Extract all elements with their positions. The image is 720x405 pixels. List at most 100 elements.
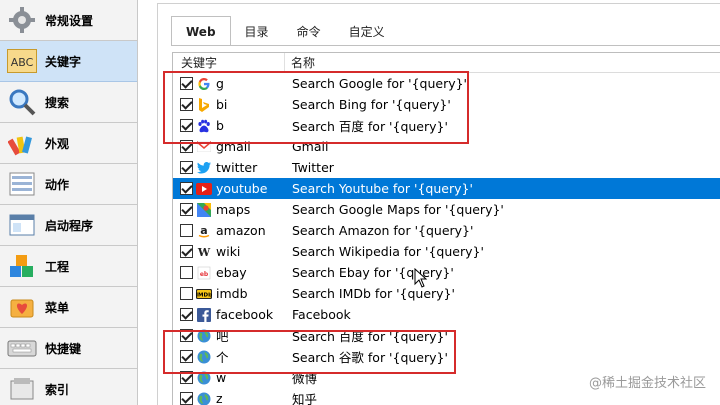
sidebar-item-label: 搜索 (45, 95, 70, 110)
list-item[interactable]: gmail Gmail (173, 136, 720, 157)
tab-bar: Web 目录 命令 自定义 (171, 15, 399, 46)
settings-icon (6, 4, 38, 36)
enabled-checkbox[interactable] (180, 77, 193, 90)
enabled-checkbox[interactable] (180, 98, 193, 111)
keyword-text: ebay (216, 265, 247, 280)
keyboard-icon (6, 332, 38, 364)
column-header-keyword[interactable]: 关键字 (173, 53, 285, 73)
keyword-text: twitter (216, 160, 258, 175)
enabled-checkbox[interactable] (180, 245, 193, 258)
wikipedia-icon: W (196, 244, 212, 260)
tab-custom[interactable]: 自定义 (335, 19, 399, 45)
sidebar-item-general-settings[interactable]: 常规设置 (0, 0, 137, 41)
keyword-text: amazon (216, 223, 266, 238)
enabled-checkbox[interactable] (180, 329, 193, 342)
tab-web[interactable]: Web (171, 16, 231, 46)
name-text: Search Bing for '{query}' (292, 97, 451, 112)
sidebar-item-label: 启动程序 (45, 218, 94, 233)
twitter-icon (196, 160, 212, 176)
tab-commands[interactable]: 命令 (283, 19, 335, 45)
enabled-checkbox[interactable] (180, 140, 193, 153)
index-icon (6, 373, 38, 405)
list-item[interactable]: twitter Twitter (173, 157, 720, 178)
sidebar-item-label: 常规设置 (45, 13, 94, 28)
maps-icon (196, 202, 212, 218)
enabled-checkbox[interactable] (180, 392, 193, 405)
list-item[interactable]: bi Search Bing for '{query}' (173, 94, 720, 115)
sidebar-item-actions[interactable]: 动作 (0, 164, 137, 205)
enabled-checkbox[interactable] (180, 371, 193, 384)
keyword-text: 吧 (216, 329, 229, 344)
globe-icon (196, 328, 212, 344)
enabled-checkbox[interactable] (180, 161, 193, 174)
globe-icon (196, 370, 212, 386)
enabled-checkbox[interactable] (180, 224, 193, 237)
name-text: Search Google Maps for '{query}' (292, 202, 504, 217)
sidebar-item-label: 动作 (45, 177, 70, 192)
list-item[interactable]: 个 Search 谷歌 for '{query}' (173, 346, 720, 367)
amazon-icon: a (196, 223, 212, 239)
sidebar-item-menu[interactable]: 菜单 (0, 287, 137, 328)
name-text: Gmail (292, 139, 329, 154)
blocks-icon (6, 250, 38, 282)
sidebar-item-appearance[interactable]: 外观 (0, 123, 137, 164)
enabled-checkbox[interactable] (180, 350, 193, 363)
sidebar: 常规设置 ABC 关键字 搜索 外观 动作 启动程序 工程 菜单 快捷键 索引 (0, 0, 138, 405)
name-text: Search IMDb for '{query}' (292, 286, 455, 301)
name-text: Search 百度 for '{query}' (292, 119, 448, 134)
bing-icon (196, 97, 212, 113)
svg-text:a: a (200, 224, 207, 237)
keyword-text: facebook (216, 307, 274, 322)
sidebar-item-label: 菜单 (45, 300, 70, 315)
list-item[interactable]: facebook Facebook (173, 304, 720, 325)
main-panel: Web 目录 命令 自定义 关键字 名称 g Search Google for… (139, 0, 720, 405)
sidebar-item-label: 快捷键 (45, 341, 82, 356)
list-item[interactable]: IMDb imdb Search IMDb for '{query}' (173, 283, 720, 304)
list-item[interactable]: a amazon Search Amazon for '{query}' (173, 220, 720, 241)
actions-icon (6, 168, 38, 200)
keyword-text: 个 (216, 350, 229, 365)
sidebar-item-keywords[interactable]: ABC 关键字 (0, 41, 137, 82)
keyword-text: b (216, 118, 224, 133)
enabled-checkbox[interactable] (180, 182, 193, 195)
keyword-text: gmail (216, 139, 251, 154)
watermark: @稀土掘金技术社区 (589, 372, 706, 391)
enabled-checkbox[interactable] (180, 203, 193, 216)
list-item[interactable]: maps Search Google Maps for '{query}' (173, 199, 720, 220)
tab-divider (171, 45, 720, 46)
name-text: Search Ebay for '{query}' (292, 265, 454, 280)
keyword-text: imdb (216, 286, 248, 301)
enabled-checkbox[interactable] (180, 308, 193, 321)
list-item[interactable]: 吧 Search 百度 for '{query}' (173, 325, 720, 346)
sidebar-item-launcher[interactable]: 启动程序 (0, 205, 137, 246)
tab-directory[interactable]: 目录 (231, 19, 283, 45)
globe-icon (196, 349, 212, 365)
enabled-checkbox[interactable] (180, 119, 193, 132)
enabled-checkbox[interactable] (180, 287, 193, 300)
mouse-cursor-icon (414, 268, 428, 288)
sidebar-item-projects[interactable]: 工程 (0, 246, 137, 287)
sidebar-item-label: 关键字 (45, 54, 82, 69)
web-search-list[interactable]: 关键字 名称 g Search Google for '{query}' bi … (172, 52, 720, 405)
sidebar-item-index[interactable]: 索引 (0, 369, 137, 405)
enabled-checkbox[interactable] (180, 266, 193, 279)
column-header-name[interactable]: 名称 (285, 53, 720, 73)
baidu-icon (196, 118, 212, 134)
list-item[interactable]: eb ebay Search Ebay for '{query}' (173, 262, 720, 283)
sidebar-item-search[interactable]: 搜索 (0, 82, 137, 123)
sidebar-item-label: 外观 (45, 136, 70, 151)
list-item-selected[interactable]: youtube Search Youtube for '{query}' (173, 178, 720, 199)
svg-text:IMDb: IMDb (196, 292, 212, 298)
name-text: Search Youtube for '{query}' (292, 181, 473, 196)
name-text: Twitter (292, 160, 334, 175)
menu-icon (6, 291, 38, 323)
list-item[interactable]: W wiki Search Wikipedia for '{query}' (173, 241, 720, 262)
list-item[interactable]: g Search Google for '{query}' (173, 73, 720, 94)
sidebar-item-hotkeys[interactable]: 快捷键 (0, 328, 137, 369)
list-item[interactable]: b Search 百度 for '{query}' (173, 115, 720, 136)
imdb-icon: IMDb (196, 286, 212, 302)
svg-text:ABC: ABC (11, 56, 34, 69)
svg-text:eb: eb (200, 271, 209, 278)
ebay-icon: eb (196, 265, 212, 281)
name-text: Search 百度 for '{query}' (292, 329, 448, 344)
